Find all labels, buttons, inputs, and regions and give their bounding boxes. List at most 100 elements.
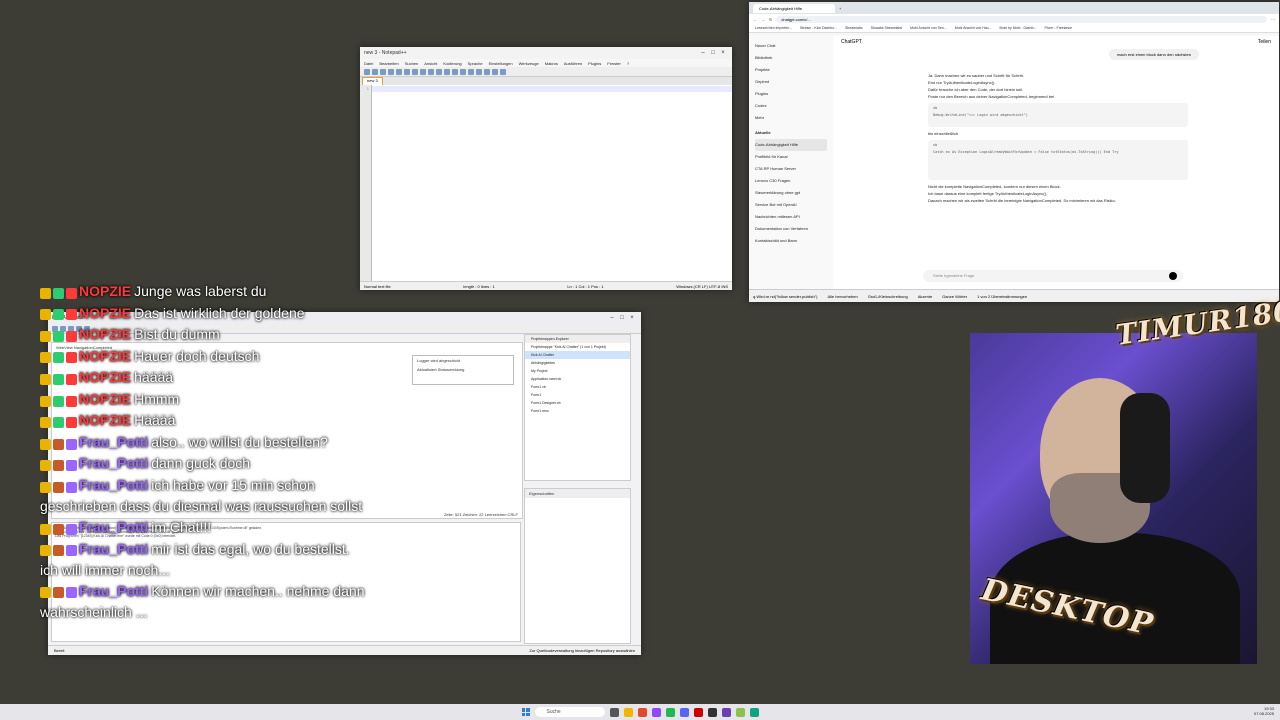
close-icon[interactable]: ×	[627, 315, 637, 321]
history-item[interactable]: Nachrichten mitlesen API	[755, 211, 827, 223]
tree-node[interactable]: Form1.Designer.vb	[525, 399, 630, 407]
send-button[interactable]	[1169, 272, 1177, 280]
system-clock[interactable]: 19:33 07.08.2025	[1254, 706, 1274, 716]
paste-icon[interactable]	[428, 68, 434, 75]
share-button[interactable]: Teilen	[1258, 39, 1271, 45]
taskbar-search[interactable]: Suche	[534, 707, 605, 717]
bookmark-item[interactable]: Mobi by Mobi - Dashb...	[1000, 26, 1037, 30]
menu-tools[interactable]: Werkzeuge	[519, 61, 539, 66]
wrap-icon[interactable]	[484, 68, 490, 75]
history-item[interactable]: CTA RP Human Server	[755, 163, 827, 175]
menu-language[interactable]: Sprache	[468, 61, 483, 66]
notepadpp-titlebar[interactable]: new 3 - Notepad++ – □ ×	[360, 47, 732, 59]
tree-node[interactable]: Form1.vb	[525, 383, 630, 391]
maximize-icon[interactable]: □	[708, 50, 718, 56]
app-icon[interactable]	[665, 707, 675, 717]
menu-search[interactable]: Suchen	[405, 61, 419, 66]
bookmark-item[interactable]: Streamlabs	[845, 26, 863, 30]
sidebar-item-new-chat[interactable]: Neuer Chat	[755, 40, 827, 52]
cut-icon[interactable]	[412, 68, 418, 75]
macro-play-icon[interactable]	[500, 68, 506, 75]
replace-icon[interactable]	[460, 68, 466, 75]
menu-encoding[interactable]: Kodierung	[443, 61, 461, 66]
notepadpp-icon[interactable]	[735, 707, 745, 717]
browser-tab[interactable]: Code-Abhängigkeit Hilfe	[753, 3, 835, 13]
chatgpt-icon[interactable]	[749, 707, 759, 717]
history-item[interactable]: Service Bot mit OpenAI	[755, 199, 827, 211]
find-match-case[interactable]: Groß-/Kleinschreibung	[868, 294, 908, 299]
task-view-icon[interactable]	[609, 707, 619, 717]
sidebar-item-pinned[interactable]: Gepinnt	[755, 76, 827, 88]
tab-new-3[interactable]: new 3	[362, 77, 383, 85]
file-explorer-icon[interactable]	[623, 707, 633, 717]
close-file-icon[interactable]	[396, 68, 402, 75]
undo-icon[interactable]	[436, 68, 442, 75]
project-node[interactable]: Kick AI Chatter	[525, 351, 630, 359]
bookmark-item[interactable]: Fiverr - Freelance	[1045, 26, 1073, 30]
discord-icon[interactable]	[679, 707, 689, 717]
tree-node[interactable]: My Project	[525, 367, 630, 375]
bookmark-item[interactable]: Mobi Ansicht von Sen...	[910, 26, 947, 30]
save-icon[interactable]	[380, 68, 386, 75]
history-item[interactable]: Steuererklärung ohne gpt	[755, 187, 827, 199]
history-item[interactable]: Kontaktschild und Bann	[755, 235, 827, 247]
reload-icon[interactable]: ↻	[769, 17, 772, 22]
browser-app-icon[interactable]	[637, 707, 647, 717]
sidebar-item-codex[interactable]: Codex	[755, 100, 827, 112]
menu-macros[interactable]: Makros	[545, 61, 558, 66]
new-file-icon[interactable]	[364, 68, 370, 75]
bookmark-item[interactable]: Stream - Kick Dashbo...	[800, 26, 837, 30]
menu-window[interactable]: Fenster	[607, 61, 621, 66]
redo-icon[interactable]	[444, 68, 450, 75]
menu-view[interactable]: Ansicht	[424, 61, 437, 66]
visual-studio-icon[interactable]	[721, 707, 731, 717]
find-icon[interactable]	[452, 68, 458, 75]
history-item[interactable]: Dokumentation von Verfahren	[755, 223, 827, 235]
app-icon[interactable]	[693, 707, 703, 717]
copy-icon[interactable]	[420, 68, 426, 75]
bookmark-item[interactable]: Lesezeichen importier...	[755, 26, 792, 30]
menu-help[interactable]: ?	[627, 61, 629, 66]
tree-node[interactable]: Form1	[525, 391, 630, 399]
bookmark-item[interactable]: Mobi Ansicht von Hau...	[955, 26, 992, 30]
windows-start-icon[interactable]	[521, 708, 530, 716]
tree-node[interactable]: Application.xaml.vb	[525, 375, 630, 383]
find-accents[interactable]: Akzente	[918, 294, 932, 299]
history-item[interactable]: Code-Abhängigkeit Hilfe	[755, 139, 827, 151]
back-icon[interactable]: ←	[753, 17, 757, 22]
url-field[interactable]: chatgpt.com/c/...	[776, 15, 1267, 23]
obs-icon[interactable]	[707, 707, 717, 717]
menu-plugins[interactable]: Plugins	[588, 61, 601, 66]
find-input[interactable]: q.Wird.re.nd("follow sender.publish")	[753, 294, 817, 299]
tree-node[interactable]: Abhängigkeiten	[525, 359, 630, 367]
close-icon[interactable]: ×	[718, 50, 728, 56]
history-item[interactable]: Profilbild für Kanal	[755, 151, 827, 163]
menu-edit[interactable]: Bearbeiten	[379, 61, 398, 66]
minimize-icon[interactable]: –	[698, 50, 708, 56]
sidebar-item-plugins[interactable]: Plugins	[755, 88, 827, 100]
browser-window[interactable]: Code-Abhängigkeit Hilfe + ← → ↻ chatgpt.…	[749, 2, 1279, 302]
print-icon[interactable]	[404, 68, 410, 75]
model-selector[interactable]: ChatGPT	[841, 39, 862, 45]
extensions-icon[interactable]: ⋯	[1271, 17, 1275, 22]
app-icon[interactable]	[651, 707, 661, 717]
new-tab-icon[interactable]: +	[839, 6, 841, 11]
zoom-out-icon[interactable]	[476, 68, 482, 75]
macro-record-icon[interactable]	[492, 68, 498, 75]
find-highlight-all[interactable]: Alle hervorheben	[827, 294, 857, 299]
find-whole-words[interactable]: Ganze Wörter	[942, 294, 967, 299]
notepadpp-window[interactable]: new 3 - Notepad++ – □ × Datei Bearbeiten…	[360, 47, 732, 290]
open-file-icon[interactable]	[372, 68, 378, 75]
menu-run[interactable]: Ausführen	[564, 61, 582, 66]
sidebar-item-projects[interactable]: Projekte	[755, 64, 827, 76]
notepadpp-editor[interactable]: 1	[360, 85, 732, 282]
minimize-icon[interactable]: –	[607, 315, 617, 321]
prompt-input[interactable]: Stelle irgendeine Frage	[923, 270, 1183, 282]
history-item[interactable]: Lenovo C30 Fragen	[755, 175, 827, 187]
maximize-icon[interactable]: □	[617, 315, 627, 321]
save-all-icon[interactable]	[388, 68, 394, 75]
sidebar-item-library[interactable]: Bibliothek	[755, 52, 827, 64]
menu-settings[interactable]: Einstellungen	[489, 61, 513, 66]
bookmark-item[interactable]: Stoaabs Streamlabs	[871, 26, 903, 30]
forward-icon[interactable]: →	[761, 17, 765, 22]
